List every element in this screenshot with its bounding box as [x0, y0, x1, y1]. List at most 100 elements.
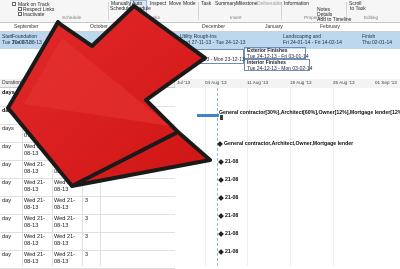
- milestone-diamond[interactable]: [218, 195, 224, 201]
- table-row[interactable]: day Wed 21-08-13 Wed 21-08-13 3: [0, 196, 175, 215]
- table-row[interactable]: days Wed 24-07-13 Wed 24-07-13: [0, 106, 175, 125]
- duration-cell: days: [2, 108, 15, 114]
- finish-cell: Wed 21-08-13: [54, 144, 76, 157]
- duration-cell: day: [2, 144, 12, 150]
- ribbon-separator: [198, 2, 199, 20]
- timeline-month-label: November: [140, 24, 164, 30]
- table-row[interactable]: days Wed 24-07-13 Thu 24-07-13: [0, 88, 175, 107]
- column-divider: [82, 88, 83, 266]
- to-task-label[interactable]: to Task: [350, 6, 366, 12]
- start-cell: Wed 21-08-13: [24, 144, 46, 157]
- timeline-item-text: Wed 27-11-13 - Tue 24-12-13: [180, 40, 246, 46]
- start-cell: Wed 21-08-13: [24, 252, 46, 265]
- finish-cell: Wed 21-08-13: [54, 252, 76, 265]
- table-row[interactable]: day Wed 21-08-13 Wed 21-08-13 3: [0, 178, 175, 197]
- duration-cell: day: [2, 180, 12, 186]
- start-cell: Wed 24-07-13: [24, 108, 46, 121]
- start-cell: Wed 21-08-13: [24, 198, 46, 211]
- ribbon-group-label: Properties: [304, 15, 325, 20]
- task-grid[interactable]: days Wed 24-07-13 Thu 24-07-13 days Wed 24-0…: [0, 88, 175, 269]
- ribbon-group-label: Editing: [364, 15, 379, 20]
- column-header[interactable]: Finish: [52, 79, 82, 88]
- schedule-label[interactable]: Schedule: [110, 6, 131, 12]
- timeline-view[interactable]: September October November December January F…: [0, 23, 400, 80]
- information-button[interactable]: Information: [284, 1, 309, 7]
- gantt-bar-label: General contractor[30%],Architect[60%],O…: [219, 110, 400, 116]
- milestone-diamond[interactable]: [218, 231, 224, 237]
- start-cell: Wed 24-07-13: [24, 126, 46, 139]
- predecessors-cell: 3: [85, 216, 89, 222]
- gantt-bar-label: General contractor,Architect,Owner,Mortg…: [224, 141, 354, 147]
- table-row[interactable]: day Wed 21-08-13 Wed 21-08-13 2: [0, 142, 175, 161]
- milestone-diamond[interactable]: [218, 249, 224, 255]
- duration-cell: day: [2, 234, 12, 240]
- milestone-diamond[interactable]: [218, 177, 224, 183]
- table-row[interactable]: days Wed 24-07-13 Wed 20-08-13: [0, 124, 175, 143]
- timeline-month-label: December: [202, 24, 226, 30]
- start-cell: Wed 24-07-13: [24, 90, 46, 103]
- summary-button[interactable]: Summary: [215, 1, 236, 7]
- column-header[interactable]: Predecessors: [82, 79, 115, 88]
- finish-cell: Wed 21-08-13: [54, 216, 76, 229]
- task-bar[interactable]: [197, 114, 219, 117]
- milestone-diamond[interactable]: [217, 141, 223, 147]
- task-button[interactable]: Task: [201, 1, 211, 7]
- timeline-month-label: February: [320, 24, 341, 30]
- column-header-blank: [100, 79, 175, 88]
- timescale-date: Jul '13: [177, 80, 191, 85]
- table-row[interactable]: day Wed 21-08-13 Wed 21-08-13 3: [0, 250, 175, 269]
- finish-cell: Wed 24-07-13: [54, 108, 76, 121]
- schedule-label-2[interactable]: Schedule: [130, 6, 151, 12]
- timeline-task-text: Fri 18-10-13 - Mon 23-12-13: [182, 57, 245, 63]
- column-header[interactable]: Start: [22, 79, 52, 88]
- timeline-month-label: October: [90, 24, 108, 30]
- inspect-button[interactable]: Inspect: [150, 1, 166, 7]
- gantt-bar-label: 21-08: [225, 213, 239, 219]
- timeline-task-text: Tue 24-12-13 - Mon 03-02-14: [247, 66, 313, 72]
- deliverable-button[interactable]: Deliverable: [257, 1, 282, 7]
- move-button[interactable]: Move: [169, 1, 181, 7]
- timescale-date: 11 Aug '13: [247, 80, 269, 85]
- duration-cell: day: [2, 216, 12, 222]
- table-row[interactable]: day Wed 21-08-13 Wed 21-08-13 3: [0, 160, 175, 179]
- finish-cell: Thu 24-07-13: [54, 90, 82, 103]
- start-cell: Wed 21-08-13: [24, 216, 46, 229]
- predecessors-cell: 3: [85, 198, 89, 204]
- milestone-diamond[interactable]: [218, 213, 224, 219]
- milestone-diamond[interactable]: [218, 159, 224, 165]
- finish-cell: Wed 21-08-13: [54, 234, 76, 247]
- gantt-chart[interactable]: General contractor[30%],Architect[60%],O…: [175, 88, 400, 266]
- ribbon-group-label: Insert: [230, 15, 242, 20]
- ribbon: Mark on Track Manually Auto Inspect Move Mode…: [0, 0, 400, 23]
- duration-cell: day: [2, 252, 12, 258]
- timeline-item-text: Tue 27-08-13 - Wed 02-10-13: [12, 40, 78, 46]
- column-divider: [100, 88, 101, 266]
- timescale-date: 25 Aug '13: [333, 80, 355, 85]
- finish-cell: Wed 20-08-13: [54, 126, 76, 139]
- predecessors-cell: 3: [85, 180, 89, 186]
- ribbon-group-label: Tasks: [148, 15, 160, 20]
- timeline-item-text: Thu 02-01-14: [362, 40, 393, 46]
- timeline-item-text: Fri 24-01-14 - Fri 14-02-14: [283, 40, 342, 46]
- predecessors-cell: 3: [85, 162, 89, 168]
- start-cell: Wed 21-08-13: [24, 180, 46, 193]
- duration-cell: day: [2, 162, 12, 168]
- column-divider: [22, 88, 23, 266]
- timescale-date: 01 Sep '13: [375, 80, 397, 85]
- table-row[interactable]: day Wed 21-08-13 Wed 21-08-13 3: [0, 232, 175, 251]
- start-cell: Wed 21-08-13: [24, 162, 46, 175]
- ribbon-separator: [108, 2, 109, 20]
- gantt-bar-label: 21-08: [225, 177, 239, 183]
- table-row[interactable]: day Wed 21-08-13 Wed 21-08-13 3: [0, 214, 175, 233]
- inactivate-checkbox[interactable]: [18, 12, 22, 16]
- finish-cell: Wed 21-08-13: [54, 180, 76, 193]
- mode-button[interactable]: Mode: [183, 1, 196, 7]
- duration-cell: days: [2, 126, 14, 132]
- inactivate-button[interactable]: Inactivate: [23, 12, 44, 18]
- column-header[interactable]: Duration: [0, 79, 22, 88]
- ribbon-group-label: Schedule: [62, 15, 82, 20]
- gantt-bar-label: 21-08: [225, 249, 239, 255]
- mark-on-track-checkbox[interactable]: [12, 2, 16, 6]
- milestone-button[interactable]: Milestone: [236, 1, 257, 7]
- gantt-bar-label: 21-08: [225, 159, 239, 165]
